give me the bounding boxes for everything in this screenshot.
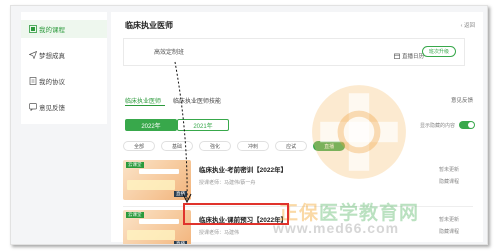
course-status: 暂未更新 隐藏课程 bbox=[439, 164, 459, 188]
filter-exam[interactable]: 应试 bbox=[275, 141, 308, 151]
show-hidden-toggle[interactable] bbox=[459, 121, 475, 129]
course-update-status: 暂未更新 bbox=[438, 217, 459, 223]
thumbnail-brand: 云课堂 bbox=[126, 162, 144, 168]
course-title[interactable]: 临床执业-考前密训【2022年】 bbox=[199, 164, 287, 174]
active-tab-indicator bbox=[125, 105, 165, 106]
thumbnail-logo bbox=[139, 219, 179, 224]
live-calendar-label: 直播日历 bbox=[402, 54, 425, 60]
sidebar: 我的课程 梦想成真 我的协议 意见反馈 bbox=[21, 12, 107, 124]
tab-clinical-physician[interactable]: 临床执业医师 bbox=[125, 96, 161, 105]
thumbnail-banner bbox=[127, 180, 175, 190]
feedback-icon bbox=[29, 103, 37, 111]
calendar-icon bbox=[394, 53, 400, 59]
document-icon bbox=[29, 77, 37, 85]
back-arrow-icon: ‹ bbox=[460, 23, 463, 29]
live-calendar-link[interactable]: 直播日历 bbox=[394, 52, 424, 60]
course-thumbnail: 云课堂 直播 bbox=[123, 210, 191, 245]
grid-icon bbox=[29, 25, 37, 33]
back-link[interactable]: ‹ 返回 bbox=[461, 21, 475, 29]
filter-strengthen[interactable]: 強化 bbox=[199, 141, 232, 151]
course-teachers: 授课老师：马建伟/蔡一舟 bbox=[199, 180, 256, 186]
back-label: 返回 bbox=[463, 23, 475, 29]
sidebar-item-label: 梦想成真 bbox=[39, 53, 65, 60]
course-teachers: 授课老师：马建伟 bbox=[199, 230, 240, 236]
watermark-logo bbox=[312, 85, 406, 179]
page-title: 临床执业医师 bbox=[125, 21, 173, 30]
sidebar-item-feedback[interactable]: 意见反馈 bbox=[21, 98, 107, 116]
sidebar-item-label: 意见反馈 bbox=[39, 105, 65, 112]
hide-course-link[interactable]: 隐藏课程 bbox=[439, 176, 459, 188]
annotation-arrow bbox=[174, 61, 192, 204]
sidebar-item-agreement[interactable]: 我的协议 bbox=[21, 72, 107, 90]
sidebar-item-label: 我的课程 bbox=[39, 27, 65, 34]
sidebar-item-my-courses[interactable]: 我的课程 bbox=[21, 20, 107, 38]
show-hidden-label: 显示隐藏的内容 bbox=[419, 123, 455, 129]
annotation-highlight-box bbox=[183, 203, 289, 225]
filter-sprint[interactable]: 冲刺 bbox=[237, 141, 270, 151]
sidebar-item-label: 我的协议 bbox=[39, 79, 65, 86]
send-icon bbox=[29, 51, 37, 59]
class-name: 高效定制班 bbox=[154, 50, 185, 56]
live-tag: 直播 bbox=[174, 241, 187, 245]
feedback-link[interactable]: 意见反馈 bbox=[451, 96, 473, 104]
upgrade-button[interactable]: 班次升级 bbox=[422, 46, 456, 57]
sidebar-item-dream[interactable]: 梦想成真 bbox=[21, 46, 107, 64]
watermark-url: www.med66.com bbox=[273, 220, 400, 236]
thumbnail-brand: 云课堂 bbox=[126, 212, 144, 218]
course-update-status: 暂未更新 bbox=[438, 167, 459, 173]
course-status: 暂未更新 隐藏课程 bbox=[439, 214, 459, 238]
thumbnail-banner bbox=[127, 230, 175, 240]
filter-all[interactable]: 全部 bbox=[123, 141, 156, 151]
hide-course-link[interactable]: 隐藏课程 bbox=[439, 226, 459, 238]
